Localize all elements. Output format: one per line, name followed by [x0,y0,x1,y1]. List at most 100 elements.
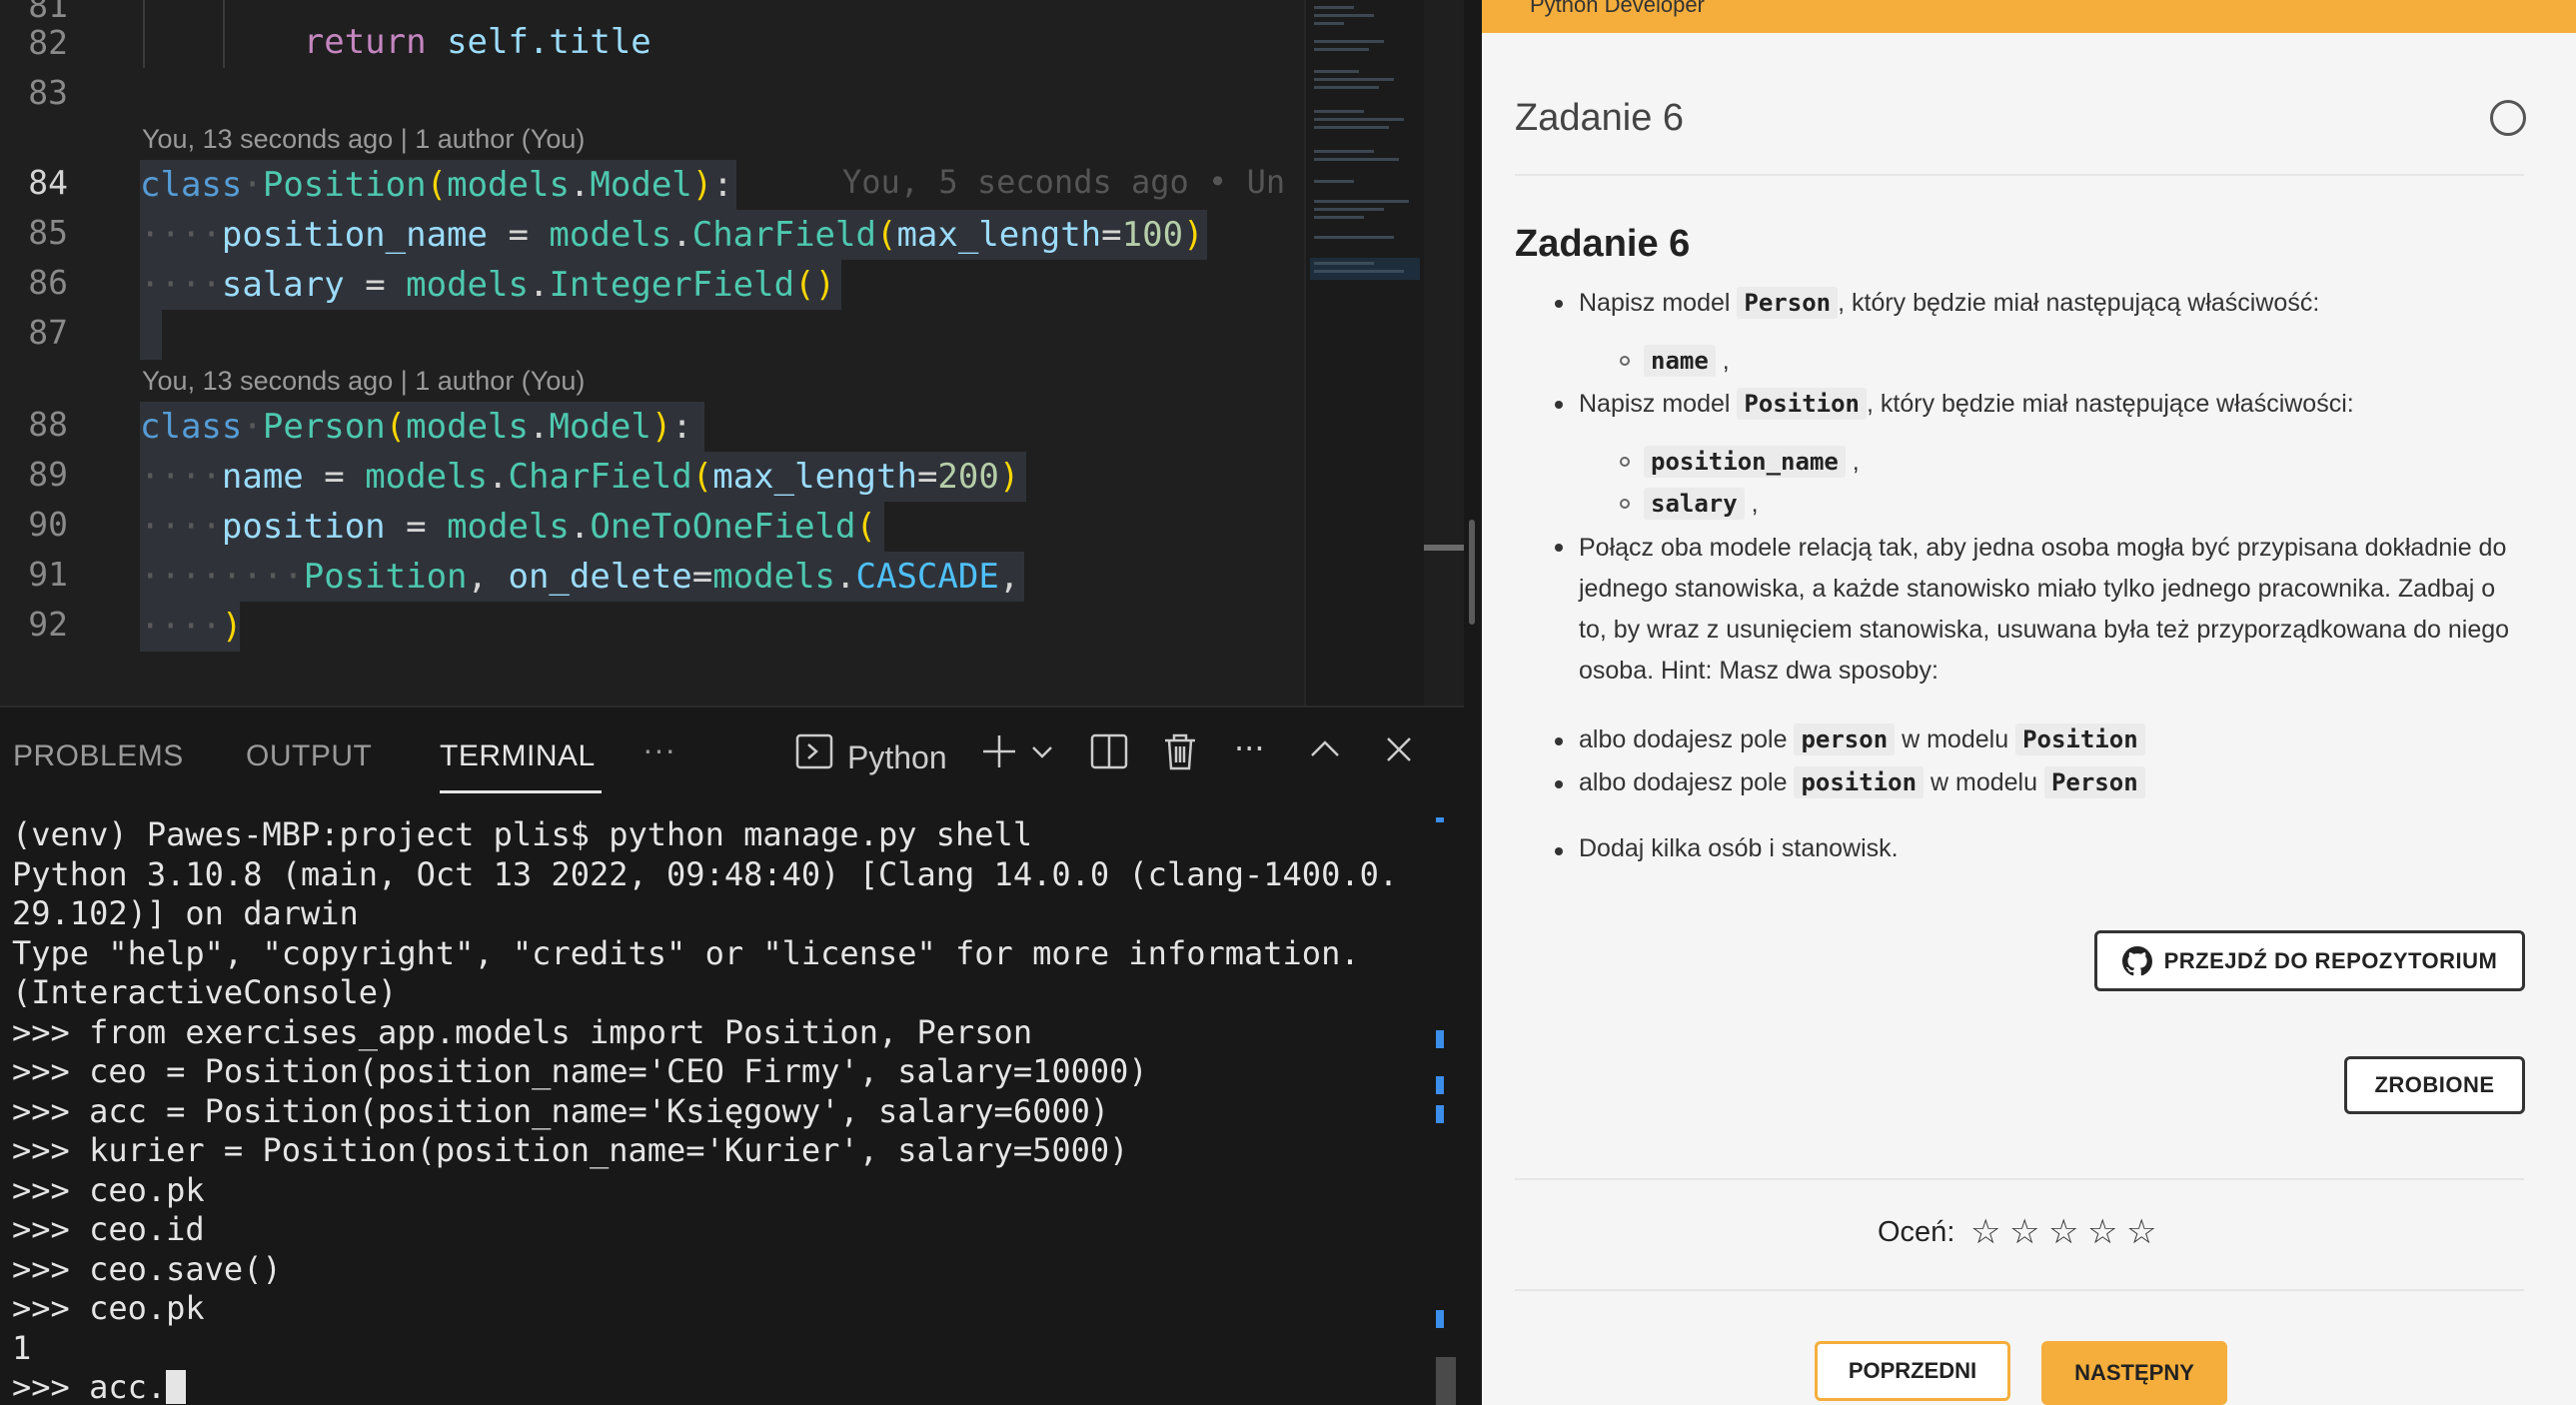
task-pane: Python Developer Zadanie 6 Zadanie 6 Nap… [1482,0,2576,1405]
active-tab-indicator [440,790,602,793]
scroll-marker [1436,817,1444,822]
terminal-prompt-line[interactable]: >>> acc. [12,1368,1431,1405]
task-subitem: position_name , [1644,446,1860,478]
bullet [1555,401,1563,409]
task-option: albo dodajesz pole position w modelu Per… [1579,766,2145,798]
chevron-down-icon[interactable] [1029,739,1055,765]
scroll-marker [1436,1310,1444,1328]
selection-highlight [140,310,162,360]
task-heading: Zadanie 6 [1515,223,1691,265]
sub-bullet [1620,356,1630,366]
minimap[interactable] [1304,0,1424,705]
task-subitem: salary , [1644,488,1759,520]
terminal-line: Python 3.10.8 (main, Oct 13 2022, 09:48:… [12,854,1399,893]
terminal-line: 29.102)] on darwin [12,894,359,932]
terminal-output[interactable]: (venv) Pawes-MBP:project plis$ python ma… [12,815,1431,1405]
pane-divider[interactable] [1464,0,1482,1405]
more-tabs-button[interactable]: ··· [643,731,675,768]
tab-output[interactable]: OUTPUT [246,739,372,773]
terminal-line: >>> kurier = Position(position_name='Kur… [12,1131,1129,1169]
bullet [1555,847,1563,855]
done-button[interactable]: ZROBIONE [2344,1056,2525,1114]
line-number: 87 [28,313,68,352]
scroll-marker [1436,1030,1444,1048]
line-number: 81 [28,0,68,25]
line-number: 84 [28,163,68,202]
code-line-92[interactable]: ····) [140,603,242,651]
terminal-shell-name[interactable]: Python [847,739,947,776]
code-line-84[interactable]: class·Position(models.Model): [140,161,733,209]
sub-bullet [1620,457,1630,467]
completion-circle-icon[interactable] [2490,100,2526,136]
editor-scrollbar[interactable] [1424,545,1464,551]
divider [1515,1178,2524,1180]
chevron-up-icon[interactable] [1307,731,1343,767]
task-item: Połącz oba modele relacją tak, aby jedna… [1579,534,2510,685]
bullet [1555,544,1563,552]
line-number: 85 [28,213,68,252]
next-button[interactable]: NASTĘPNY [2041,1341,2227,1405]
split-terminal-icon[interactable] [1089,731,1129,771]
terminal-icon[interactable] [794,731,834,771]
bullet [1555,780,1563,788]
code-snippet: Person [1737,287,1839,319]
task-subitem: name , [1644,345,1730,377]
bottom-panel: PROBLEMS OUTPUT TERMINAL ··· Python ··· … [0,705,1464,1405]
star-icon[interactable]: ☆ [2048,1215,2078,1249]
new-terminal-plus-icon[interactable] [979,731,1019,771]
code-line-85[interactable]: ····position_name = models.CharField(max… [140,211,1204,259]
sub-bullet [1620,499,1630,509]
repository-button[interactable]: PRZEJDŹ DO REPOZYTORIUM [2094,930,2525,991]
star-icon[interactable]: ☆ [2126,1215,2156,1249]
star-icon[interactable]: ☆ [2009,1215,2039,1249]
terminal-prompt: >>> acc. [12,1368,167,1405]
task-item: Dodaj kilka osób i stanowisk. [1579,834,1899,862]
git-blame-annotation[interactable]: You, 13 seconds ago | 1 author (You) [142,124,585,155]
line-number: 89 [28,455,68,494]
code-editor[interactable]: 81 82 83 84 85 86 87 88 89 90 91 92 retu… [0,0,1464,705]
code-line-82[interactable]: return self.title [140,18,651,66]
code-line-86[interactable]: ····salary = models.IntegerField() [140,261,835,309]
terminal-line: >>> ceo.save() [12,1249,282,1288]
git-blame-annotation[interactable]: You, 13 seconds ago | 1 author (You) [142,366,585,397]
line-number: 86 [28,263,68,302]
more-actions-icon[interactable]: ··· [1234,729,1265,767]
code-line-90[interactable]: ····position = models.OneToOneField( [140,503,876,551]
terminal-line: >>> from exercises_app.models import Pos… [12,1012,1033,1051]
terminal-line: (InteractiveConsole) [12,973,398,1011]
task-item: Napisz model Position, który będzie miał… [1579,388,2354,420]
line-number: 90 [28,505,68,544]
line-number: 83 [28,73,68,112]
star-icon[interactable]: ☆ [2087,1215,2117,1249]
terminal-line: >>> ceo.pk [12,1289,205,1327]
code-line-89[interactable]: ····name = models.CharField(max_length=2… [140,453,1019,501]
task-item: Napisz model Person, który będzie miał n… [1579,287,2320,319]
terminal-scrollbar[interactable] [1436,1357,1456,1405]
task-option: albo dodajesz pole person w modelu Posit… [1579,723,2145,755]
line-number: 82 [28,23,68,62]
breadcrumb[interactable]: Python Developer [1530,0,1705,18]
tab-problems[interactable]: PROBLEMS [13,739,184,773]
trash-icon[interactable] [1161,731,1199,771]
close-icon[interactable] [1381,731,1417,767]
terminal-line: >>> ceo.pk [12,1170,205,1209]
terminal-cursor [166,1370,187,1404]
line-number: 88 [28,405,68,444]
lesson-title: Zadanie 6 [1515,97,1685,139]
code-line-88[interactable]: class·Person(models.Model): [140,403,692,451]
terminal-line: >>> ceo.id [12,1210,205,1248]
star-icon[interactable]: ☆ [1970,1215,2000,1249]
rating-label: Oceń: [1878,1216,1955,1248]
terminal-line: >>> ceo = Position(position_name='CEO Fi… [12,1052,1148,1090]
terminal-line: >>> acc = Position(position_name='Księgo… [12,1091,1110,1130]
terminal-line: Type "help", "copyright", "credits" or "… [12,933,1360,972]
inline-blame: You, 5 seconds ago • Un [842,163,1286,201]
tab-terminal[interactable]: TERMINAL [440,739,596,773]
terminal-line: (venv) Pawes-MBP:project plis$ python ma… [12,815,1033,853]
bullet [1555,300,1563,308]
code-snippet: Position [1737,388,1867,420]
previous-button[interactable]: POPRZEDNI [1815,1341,2010,1401]
code-line-91[interactable]: ········Position, on_delete=models.CASCA… [140,553,1019,601]
resize-handle[interactable] [1469,520,1475,625]
divider [1515,1289,2524,1291]
